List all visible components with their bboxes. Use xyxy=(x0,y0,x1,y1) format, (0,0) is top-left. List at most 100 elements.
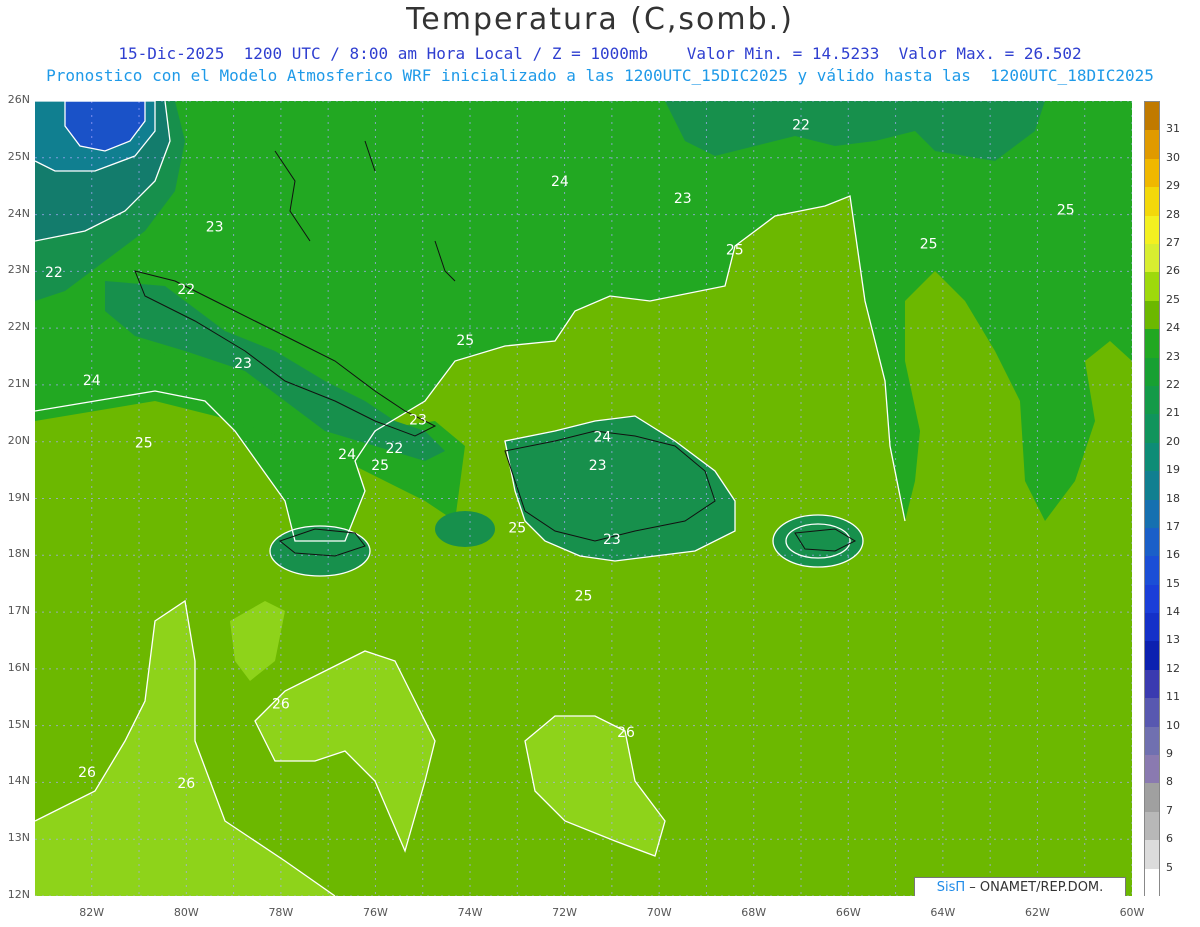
colorbar-segment xyxy=(1145,698,1159,728)
colorbar-segment xyxy=(1145,840,1159,870)
colorbar-segment xyxy=(1145,556,1159,586)
longitude-label: 68W xyxy=(741,906,767,919)
contour-label: 26 xyxy=(617,725,635,741)
colorbar-label: 11 xyxy=(1166,690,1180,704)
contour-label: 25 xyxy=(456,333,474,349)
colorbar-label: 7 xyxy=(1166,803,1173,817)
field-haiti-west xyxy=(435,511,495,547)
colorbar-segment xyxy=(1145,272,1159,302)
contour-label: 25 xyxy=(371,458,389,474)
contour-label: 25 xyxy=(508,521,526,537)
colorbar-label: 14 xyxy=(1166,605,1180,619)
colorbar-segment xyxy=(1145,726,1159,756)
longitude-label: 62W xyxy=(1024,906,1050,919)
credit-text: – ONAMET/REP.DOM. xyxy=(965,880,1104,895)
colorbar-segment xyxy=(1145,215,1159,245)
colorbar-segment xyxy=(1145,442,1159,472)
colorbar-label: 18 xyxy=(1166,491,1180,505)
latitude-label: 15N xyxy=(7,717,30,731)
contour-label: 25 xyxy=(575,589,593,605)
colorbar-label: 29 xyxy=(1166,179,1180,193)
contour-label: 26 xyxy=(78,765,96,781)
colorbar-segment xyxy=(1145,499,1159,529)
longitude-label: 74W xyxy=(457,906,483,919)
contour-label: 24 xyxy=(83,373,101,389)
longitude-label: 78W xyxy=(268,906,294,919)
latitude-label: 26N xyxy=(7,93,30,106)
colorbar-label: 24 xyxy=(1166,321,1180,335)
colorbar-segment xyxy=(1145,102,1159,131)
colorbar-segment xyxy=(1145,868,1159,897)
contour-label: 22 xyxy=(45,265,63,281)
latitude-label: 24N xyxy=(7,206,30,220)
contour-label: 23 xyxy=(409,413,427,429)
colorbar-label: 10 xyxy=(1166,718,1180,732)
colorbar-segment xyxy=(1145,669,1159,699)
longitude-label: 80W xyxy=(173,906,199,919)
colorbar-label: 15 xyxy=(1166,576,1180,590)
colorbar-segment xyxy=(1145,471,1159,500)
colorbar-segment xyxy=(1145,357,1159,387)
longitude-label: 60W xyxy=(1119,906,1145,919)
contour-label: 25 xyxy=(920,237,938,253)
colorbar-segment xyxy=(1145,385,1159,415)
latitude-label: 17N xyxy=(7,604,30,618)
colorbar-label: 27 xyxy=(1166,235,1180,249)
contour-label: 25 xyxy=(1057,203,1075,219)
latitude-label: 23N xyxy=(7,263,30,277)
colorbar-label: 19 xyxy=(1166,463,1180,477)
map-canvas: 222322232425252322242524232225 2525242325… xyxy=(35,101,1132,896)
longitude-label: 72W xyxy=(552,906,578,919)
contour-label: 23 xyxy=(603,532,621,548)
colorbar-segment xyxy=(1145,755,1159,784)
contour-label: 23 xyxy=(674,191,692,207)
latitude-label: 13N xyxy=(7,831,30,845)
contour-label: 24 xyxy=(593,430,611,446)
colorbar-label: 8 xyxy=(1166,775,1173,789)
contour-label: 22 xyxy=(177,282,195,298)
sispi-brand: SisΠ xyxy=(936,880,966,895)
contour-label: 24 xyxy=(551,174,569,190)
latitude-label: 25N xyxy=(7,149,30,163)
colorbar-label: 22 xyxy=(1166,377,1180,391)
latitude-label: 20N xyxy=(7,433,30,447)
colorbar-segment xyxy=(1145,414,1159,444)
map-title: Temperatura (C,somb.) xyxy=(406,2,794,37)
latitude-label: 22N xyxy=(7,320,30,334)
contour-label: 26 xyxy=(177,776,195,792)
contour-label: 23 xyxy=(589,458,607,474)
contour-label: 25 xyxy=(135,435,153,451)
colorbar-segment xyxy=(1145,329,1159,359)
forecast-time-line: 15-Dic-2025 1200 UTC / 8:00 am Hora Loca… xyxy=(118,44,1082,63)
colorbar xyxy=(1144,101,1160,897)
longitude-label: 76W xyxy=(363,906,388,919)
colorbar-label: 5 xyxy=(1166,860,1173,874)
colorbar-segment xyxy=(1145,584,1159,614)
colorbar-segment xyxy=(1145,613,1159,642)
contour-label: 22 xyxy=(792,117,810,133)
contour-label: 23 xyxy=(206,220,224,236)
colorbar-label: 9 xyxy=(1166,747,1173,761)
colorbar-label: 23 xyxy=(1166,349,1180,363)
longitude-label: 66W xyxy=(835,906,861,919)
colorbar-segment xyxy=(1145,641,1159,671)
latitude-label: 18N xyxy=(7,547,30,561)
credit-box: SisΠ – ONAMET/REP.DOM. xyxy=(914,877,1126,896)
latitude-label: 16N xyxy=(7,660,30,674)
contour-label: 26 xyxy=(272,697,290,713)
colorbar-segment xyxy=(1145,158,1159,188)
colorbar-segment xyxy=(1145,783,1159,813)
longitude-label: 82W xyxy=(79,906,105,919)
temperature-map[interactable]: 22 23 22 23 24 25 25 23 22 24 25 24 23 22 25 25 25 24 23 25… xyxy=(35,101,1132,896)
longitude-label: 64W xyxy=(930,906,956,919)
colorbar-label: 17 xyxy=(1166,519,1180,533)
colorbar-label: 31 xyxy=(1166,122,1180,136)
colorbar-segment xyxy=(1145,187,1159,217)
model-info-line: Pronostico con el Modelo Atmosferico WRF… xyxy=(46,66,1154,85)
colorbar-segment xyxy=(1145,811,1159,841)
colorbar-label: 16 xyxy=(1166,548,1180,562)
colorbar-label: 20 xyxy=(1166,434,1180,448)
latitude-label: 19N xyxy=(7,490,30,504)
colorbar-label: 30 xyxy=(1166,150,1180,164)
colorbar-label: 28 xyxy=(1166,207,1180,221)
